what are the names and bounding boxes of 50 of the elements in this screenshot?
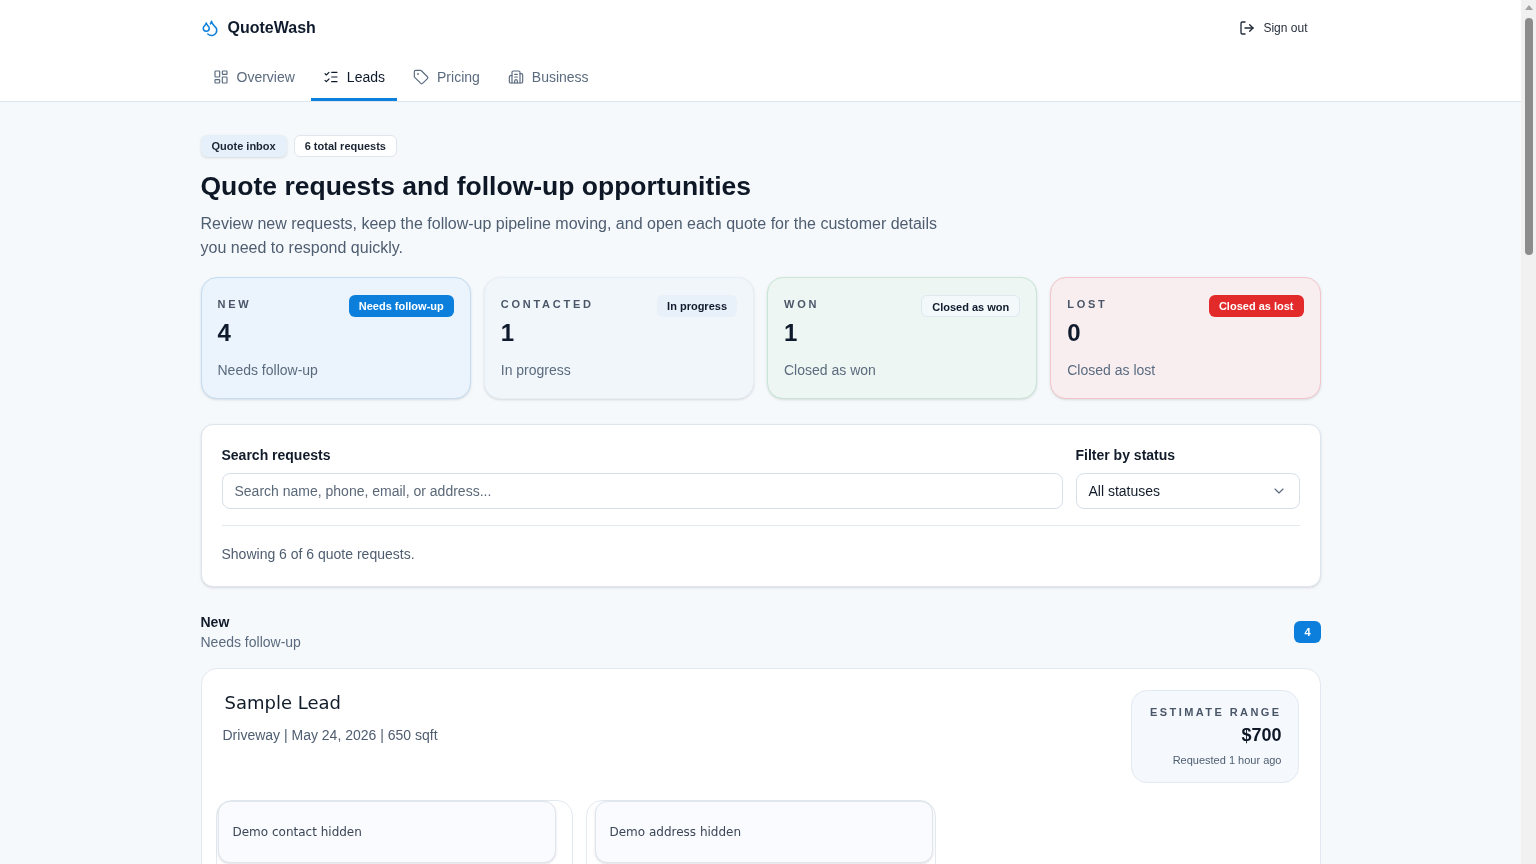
nav-tab[interactable]: Leads [310, 56, 397, 101]
droplets-logo-icon [200, 19, 219, 37]
search-field[interactable]: Search name, phone, email, or address... [221, 473, 1063, 509]
nav-tab[interactable]: Business [495, 56, 601, 101]
scroll-up-icon[interactable] [1524, 5, 1533, 10]
stat-subtitle: Closed as lost [1067, 361, 1157, 380]
page-title: Quote requests and follow-up opportunities [200, 170, 753, 203]
stat-label: WON [784, 297, 820, 312]
section-title: New [200, 613, 231, 632]
stat-count: 1 [500, 318, 516, 348]
stat-count: 1 [784, 318, 799, 348]
checklist-icon [322, 69, 339, 85]
results-summary: Showing 6 of 6 quote requests. [221, 546, 415, 562]
status-select[interactable]: All statuses [1075, 473, 1300, 509]
nav-tab[interactable]: Overview [200, 56, 307, 101]
hidden-info-panel: Demo contact hidden [217, 801, 556, 863]
stat-subtitle: In progress [500, 361, 572, 380]
info-badge: 6 total requests [293, 135, 397, 157]
section-subtitle: Needs follow-up [200, 633, 301, 652]
estimate-amount: $700 [1241, 724, 1282, 747]
stat-label: LOST [1067, 297, 1108, 312]
estimate-label: ESTIMATE RANGE [1150, 705, 1282, 720]
lead-card[interactable]: Sample Lead Driveway | May 24, 2026 | 650 sqft ESTIMATE RANGE $700 Requested 1 hour ago Demo contact hidden Demo address hidden [200, 668, 1321, 864]
stat-subtitle: Closed as won [784, 361, 877, 380]
status-badge: Needs follow-up [348, 295, 454, 317]
stat-count: 0 [1067, 318, 1082, 348]
dashboard-icon [212, 69, 229, 85]
scrollbar-thumb[interactable] [1524, 18, 1533, 255]
lead-details: Driveway | May 24, 2026 | 650 sqft [222, 726, 438, 745]
status-badge: Closed as won [921, 295, 1021, 317]
stat-label: NEW [217, 297, 252, 312]
requested-time: Requested 1 hour ago [1172, 753, 1282, 768]
status-badge: In progress [657, 295, 737, 317]
count-badge: 4 [1294, 621, 1321, 643]
nav-tab[interactable]: Pricing [401, 56, 492, 101]
stat-label: CONTACTED [500, 297, 594, 312]
building-icon [507, 69, 524, 85]
search-label: Search requests [221, 446, 332, 465]
app-name: QuoteWash [227, 18, 316, 38]
stat-count: 4 [217, 318, 232, 348]
page-description: Review new requests, keep the follow-up pipeline moving, and open each quote for the customer details you need to respond quickly. [200, 214, 938, 258]
stat-subtitle: Needs follow-up [217, 361, 319, 380]
status-badge: Closed as lost [1208, 295, 1304, 317]
sign-out-icon [1239, 20, 1256, 36]
tag-icon [413, 69, 429, 85]
sign-out-button[interactable]: Sign out [1227, 11, 1320, 45]
hidden-info-panel: Demo address hidden [594, 801, 933, 863]
lead-name: Sample Lead [223, 691, 342, 715]
info-badge: Quote inbox [200, 135, 287, 157]
filter-label: Filter by status [1075, 446, 1177, 465]
